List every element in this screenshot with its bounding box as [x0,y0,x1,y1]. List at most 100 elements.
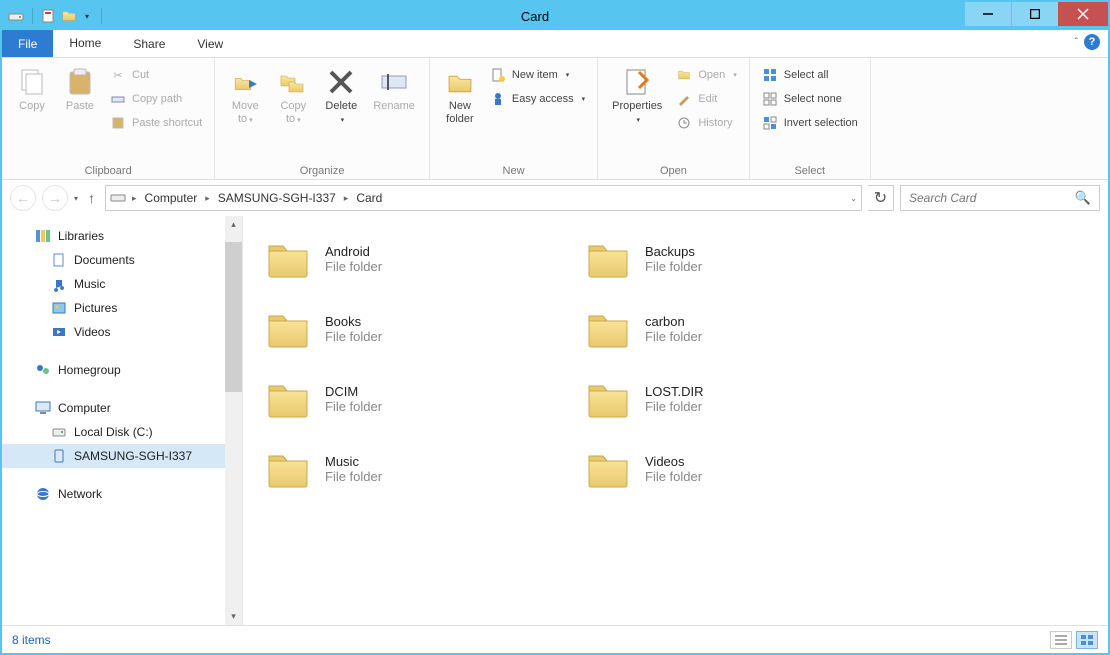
titlebar: ▾ Card [2,2,1108,30]
breadcrumb-item[interactable]: Computer [141,191,202,205]
easy-access-icon [490,91,506,107]
open-button[interactable]: Open▾ [672,64,740,86]
folder-item[interactable]: DCIMFile folder [263,368,563,430]
folder-item[interactable]: VideosFile folder [583,438,883,500]
tree-music[interactable]: Music [2,272,242,296]
explorer-window: ▾ Card File Home Share View ˆ ? Copy [0,0,1110,655]
network-icon [34,485,52,503]
close-button[interactable] [1058,2,1108,26]
edit-button[interactable]: Edit [672,88,740,110]
folder-item[interactable]: BackupsFile folder [583,228,883,290]
tree-device[interactable]: SAMSUNG-SGH-I337 [2,444,242,468]
chevron-right-icon[interactable]: ▸ [342,193,351,204]
refresh-button[interactable]: ↻ [868,185,894,211]
folder-icon [583,444,633,494]
statusbar: 8 items [2,625,1108,653]
help-icon[interactable]: ? [1084,34,1100,50]
ribbon-group-new: New folder New item▾ Easy access▾ New [430,58,598,179]
delete-button[interactable]: Delete▾ [319,62,363,130]
new-folder-icon [444,66,476,98]
back-button[interactable]: ← [10,185,36,211]
drive-icon[interactable] [8,8,24,24]
folder-name: Android [325,244,382,259]
search-box[interactable]: 🔍 [900,185,1100,211]
history-dropdown[interactable]: ▾ [74,194,78,203]
drive-crumb-icon [110,191,128,205]
folder-item[interactable]: LOST.DIRFile folder [583,368,883,430]
address-bar[interactable]: ▸ Computer ▸ SAMSUNG-SGH-I337 ▸ Card ⌄ [105,185,862,211]
chevron-right-icon[interactable]: ▸ [130,193,139,204]
folder-icon [263,374,313,424]
paste-button[interactable]: Paste [58,62,102,117]
details-view-button[interactable] [1050,631,1072,649]
ribbon-group-open: Properties▾ Open▾ Edit History Open [598,58,750,179]
separator [32,8,33,24]
tab-share[interactable]: Share [117,30,181,57]
select-none-button[interactable]: Select none [758,88,862,110]
tree-documents[interactable]: Documents [2,248,242,272]
computer-icon [34,399,52,417]
search-input[interactable] [909,191,1075,205]
folder-icon [583,374,633,424]
folder-name: Backups [645,244,702,259]
folder-item[interactable]: MusicFile folder [263,438,563,500]
collapse-ribbon-icon[interactable]: ˆ [1075,37,1078,48]
scroll-up-icon[interactable]: ▴ [225,216,242,233]
copy-icon [16,66,48,98]
ribbon-group-clipboard: Copy Paste ✂Cut Copy path Paste shortcut… [2,58,215,179]
minimize-button[interactable] [965,2,1011,26]
paste-shortcut-button[interactable]: Paste shortcut [106,112,206,134]
tree-computer[interactable]: Computer [2,396,242,420]
sidebar-scrollbar[interactable]: ▴ ▾ [225,216,242,625]
folder-qat-icon[interactable] [61,8,77,24]
history-button[interactable]: History [672,112,740,134]
select-all-button[interactable]: Select all [758,64,862,86]
copy-path-icon [110,91,126,107]
properties-qat-icon[interactable] [41,8,57,24]
qat-dropdown[interactable]: ▾ [81,12,93,21]
up-button[interactable]: ↑ [84,190,99,206]
tree-homegroup[interactable]: Homegroup [2,358,242,382]
move-to-button[interactable]: Move to▾ [223,62,267,130]
folder-type: File folder [325,469,382,484]
tab-file[interactable]: File [2,30,53,57]
tab-home[interactable]: Home [53,30,117,57]
breadcrumb-item[interactable]: SAMSUNG-SGH-I337 [214,191,340,205]
cut-button[interactable]: ✂Cut [106,64,206,86]
breadcrumb-item[interactable]: Card [352,191,386,205]
tab-view[interactable]: View [181,30,239,57]
tree-pictures[interactable]: Pictures [2,296,242,320]
rename-button[interactable]: Rename [367,62,421,117]
properties-button[interactable]: Properties▾ [606,62,668,130]
forward-button[interactable]: → [42,185,68,211]
new-item-button[interactable]: New item▾ [486,64,589,86]
easy-access-button[interactable]: Easy access▾ [486,88,589,110]
folder-name: DCIM [325,384,382,399]
copy-button[interactable]: Copy [10,62,54,117]
new-folder-button[interactable]: New folder [438,62,482,130]
folder-item[interactable]: BooksFile folder [263,298,563,360]
chevron-right-icon[interactable]: ▸ [203,193,212,204]
folder-item[interactable]: AndroidFile folder [263,228,563,290]
scroll-down-icon[interactable]: ▾ [225,608,242,625]
folder-item[interactable]: carbonFile folder [583,298,883,360]
search-icon[interactable]: 🔍 [1075,190,1091,206]
properties-icon [621,66,653,98]
tree-libraries[interactable]: Libraries [2,224,242,248]
copy-path-button[interactable]: Copy path [106,88,206,110]
address-dropdown[interactable]: ⌄ [850,194,857,203]
copy-to-button[interactable]: Copy to▾ [271,62,315,130]
invert-selection-icon [762,115,778,131]
disk-icon [50,423,68,441]
folder-type: File folder [645,469,702,484]
pictures-icon [50,299,68,317]
scroll-thumb[interactable] [225,242,242,392]
invert-selection-button[interactable]: Invert selection [758,112,862,134]
tree-videos[interactable]: Videos [2,320,242,344]
icons-view-button[interactable] [1076,631,1098,649]
rename-icon [378,66,410,98]
tree-local-disk[interactable]: Local Disk (C:) [2,420,242,444]
maximize-button[interactable] [1012,2,1058,26]
tree-network[interactable]: Network [2,482,242,506]
folder-icon [263,304,313,354]
